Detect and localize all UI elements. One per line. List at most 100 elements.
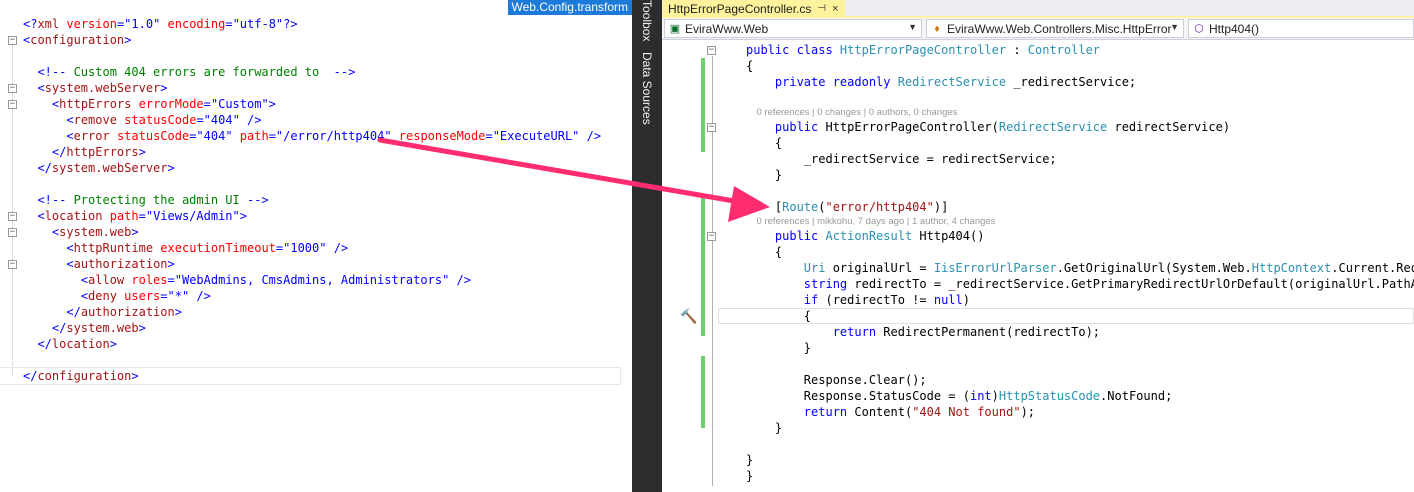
xml-line[interactable]: </authorization> bbox=[0, 304, 632, 320]
xml-token: location bbox=[51, 337, 110, 351]
fold-toggle-icon[interactable]: − bbox=[8, 100, 17, 109]
code-line[interactable]: } bbox=[662, 468, 1414, 484]
code-token: "error/http404" bbox=[825, 200, 934, 214]
xml-token: version bbox=[59, 17, 117, 31]
codelens-info[interactable]: 0 references | 0 changes | 0 authors, 0 … bbox=[662, 106, 1414, 119]
code-line[interactable]: Uri originalUrl = IisErrorUrlParser.GetO… bbox=[662, 260, 1414, 276]
controller-file-tab[interactable]: HttpErrorPageController.cs ⊣ × bbox=[662, 0, 845, 18]
code-line-text: } bbox=[746, 167, 782, 183]
close-icon[interactable]: × bbox=[832, 0, 838, 18]
xml-token: > bbox=[131, 225, 139, 239]
fold-toggle-icon[interactable]: − bbox=[8, 36, 17, 45]
code-line[interactable]: if (redirectTo != null) bbox=[662, 292, 1414, 308]
code-line[interactable]: { bbox=[662, 244, 1414, 260]
xml-line[interactable]: </system.webServer> bbox=[0, 160, 632, 176]
xml-token: system.web bbox=[66, 321, 139, 335]
xml-line[interactable]: − <authorization> bbox=[0, 256, 632, 272]
xml-line[interactable]: − <system.webServer> bbox=[0, 80, 632, 96]
code-token: int bbox=[969, 389, 992, 403]
pin-icon[interactable]: ⊣ bbox=[817, 0, 826, 18]
code-line[interactable]: return Content("404 Not found"); bbox=[662, 404, 1414, 420]
xml-line[interactable]: <deny users="*" /> bbox=[0, 288, 632, 304]
xml-token: 404 bbox=[203, 129, 226, 143]
code-token: Route bbox=[782, 200, 819, 214]
csharp-code-lines[interactable]: − public class HttpErrorPageController : … bbox=[662, 42, 1414, 484]
xml-line[interactable]: − <configuration> bbox=[0, 32, 632, 48]
xml-line[interactable] bbox=[0, 352, 632, 368]
code-line[interactable]: } bbox=[662, 420, 1414, 436]
code-line-text: 0 references | 0 changes | 0 authors, 0 … bbox=[746, 106, 958, 119]
xml-token: 404 bbox=[210, 113, 233, 127]
code-line[interactable]: string redirectTo = _redirectService.Get… bbox=[662, 276, 1414, 292]
code-line[interactable] bbox=[662, 183, 1414, 199]
code-line[interactable]: − public class HttpErrorPageController : … bbox=[662, 42, 1414, 58]
code-line[interactable]: { bbox=[662, 135, 1414, 151]
xml-token: > bbox=[124, 33, 132, 47]
type-dropdown[interactable]: ♦ EviraWww.Web.Controllers.Misc.HttpErro… bbox=[926, 19, 1184, 38]
code-token: ActionResult bbox=[825, 229, 913, 243]
fold-toggle-icon[interactable]: − bbox=[8, 84, 17, 93]
code-line[interactable]: Response.Clear(); bbox=[662, 372, 1414, 388]
code-line[interactable]: } bbox=[662, 452, 1414, 468]
fold-toggle-icon[interactable]: − bbox=[707, 232, 716, 241]
xml-token: =" bbox=[225, 17, 240, 31]
xml-line[interactable]: <?xml version="1.0" encoding="utf-8"?> bbox=[0, 16, 632, 32]
code-token: { bbox=[746, 59, 754, 73]
xml-token: users bbox=[116, 289, 161, 303]
code-token: RedirectService bbox=[998, 120, 1108, 134]
xml-token: > bbox=[160, 81, 168, 95]
code-line[interactable]: { bbox=[662, 58, 1414, 74]
xml-line[interactable]: − <httpErrors errorMode="Custom"> bbox=[0, 96, 632, 112]
xml-line[interactable]: − <system.web> bbox=[0, 224, 632, 240]
xml-line[interactable]: <!-- Custom 404 errors are forwarded to … bbox=[0, 64, 632, 80]
code-line[interactable] bbox=[662, 436, 1414, 452]
code-line[interactable]: } bbox=[662, 340, 1414, 356]
xml-line-text: <error statusCode="404" path="/error/htt… bbox=[23, 128, 601, 144]
xml-line[interactable] bbox=[0, 48, 632, 64]
web-config-tab[interactable]: Web.Config.transform bbox=[507, 0, 632, 15]
code-line[interactable]: _redirectService = redirectService; bbox=[662, 151, 1414, 167]
data-sources-tab[interactable]: Data Sources bbox=[640, 52, 654, 125]
xml-token: =" bbox=[167, 273, 182, 287]
xml-line[interactable]: </location> bbox=[0, 336, 632, 352]
code-line[interactable]: [Route("error/http404")] bbox=[662, 199, 1414, 215]
xml-token: < bbox=[66, 241, 74, 255]
xml-line[interactable]: <!-- Protecting the admin UI --> bbox=[0, 192, 632, 208]
xml-editor-pane[interactable]: Web.Config.transform <?xml version="1.0"… bbox=[0, 0, 632, 492]
code-line[interactable]: − public HttpErrorPageController(Redirec… bbox=[662, 119, 1414, 135]
xml-line[interactable]: − <location path="Views/Admin"> bbox=[0, 208, 632, 224]
member-dropdown[interactable]: ⬡ Http404() bbox=[1188, 19, 1414, 38]
xml-token: </ bbox=[66, 305, 81, 319]
fold-toggle-icon[interactable]: − bbox=[8, 260, 17, 269]
xml-line[interactable]: </configuration> bbox=[0, 367, 621, 385]
fold-toggle-icon[interactable]: − bbox=[707, 46, 716, 55]
fold-toggle-icon[interactable]: − bbox=[8, 228, 17, 237]
xml-line[interactable]: <allow roles="WebAdmins, CmsAdmins, Admi… bbox=[0, 272, 632, 288]
xml-code-lines[interactable]: <?xml version="1.0" encoding="utf-8"?> − <… bbox=[0, 16, 632, 385]
xml-line[interactable]: </system.web> bbox=[0, 320, 632, 336]
project-dropdown[interactable]: ▣ EviraWww.Web ▼ bbox=[664, 19, 922, 38]
xml-line[interactable] bbox=[0, 176, 632, 192]
controller-file-tab-label: HttpErrorPageController.cs bbox=[668, 2, 812, 16]
code-line[interactable]: Response.StatusCode = (int)HttpStatusCod… bbox=[662, 388, 1414, 404]
xml-line[interactable]: </httpErrors> bbox=[0, 144, 632, 160]
code-line[interactable]: private readonly RedirectService _redire… bbox=[662, 74, 1414, 90]
code-line[interactable]: return RedirectPermanent(redirectTo); bbox=[662, 324, 1414, 340]
code-line[interactable]: { bbox=[662, 308, 1414, 324]
csharp-editor-pane[interactable]: HttpErrorPageController.cs ⊣ × ▣ EviraWw… bbox=[662, 0, 1414, 492]
fold-toggle-icon[interactable]: − bbox=[707, 123, 716, 132]
codelens-info[interactable]: 0 references | mikkohu, 7 days ago | 1 a… bbox=[662, 215, 1414, 228]
fold-toggle-icon[interactable]: − bbox=[8, 212, 17, 221]
xml-line[interactable]: <remove statusCode="404" /> bbox=[0, 112, 632, 128]
xml-line[interactable]: <httpRuntime executionTimeout="1000" /> bbox=[0, 240, 632, 256]
xml-line[interactable]: <error statusCode="404" path="/error/htt… bbox=[0, 128, 632, 144]
toolbox-tab[interactable]: Toolbox bbox=[640, 0, 654, 41]
code-line[interactable] bbox=[662, 90, 1414, 106]
code-line[interactable]: − public ActionResult Http404() bbox=[662, 228, 1414, 244]
code-line[interactable]: } bbox=[662, 167, 1414, 183]
code-line[interactable] bbox=[662, 356, 1414, 372]
code-token: HttpErrorPageController bbox=[839, 43, 1007, 57]
